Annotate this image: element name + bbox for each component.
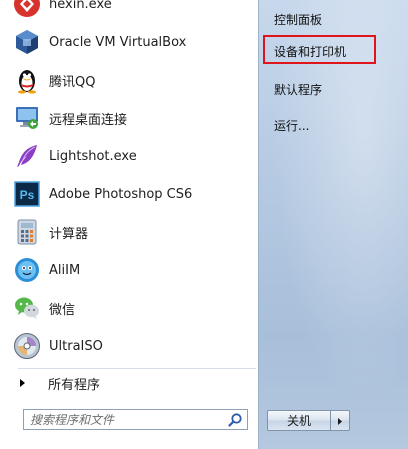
calculator-icon [13,218,41,246]
program-item-hexin[interactable]: hexin.exe [13,0,253,22]
program-item-remote-desktop[interactable]: 远程桌面连接 [13,100,253,136]
chevron-right-icon [20,379,25,387]
program-item-calculator[interactable]: 计算器 [13,214,253,250]
program-label: UltraISO [49,338,103,354]
control-panel-link[interactable]: 控制面板 [274,11,322,28]
program-label: 计算器 [49,226,89,242]
system-links-panel [259,0,408,449]
default-programs-link[interactable]: 默认程序 [274,81,322,98]
program-label: 微信 [49,302,76,318]
qq-penguin-icon [13,66,41,94]
svg-text:Ps: Ps [20,188,35,202]
aliim-icon [13,256,41,284]
divider [18,368,256,369]
remote-desktop-icon [13,104,41,132]
program-label: hexin.exe [49,0,112,12]
shutdown-button[interactable]: 关机 [267,410,331,431]
shutdown-group: 关机 [267,410,350,431]
virtualbox-icon [13,28,41,56]
wechat-icon [13,294,41,322]
program-label: Oracle VM VirtualBox [49,34,187,50]
program-item-wechat[interactable]: 微信 [13,290,253,326]
all-programs-label: 所有程序 [48,377,101,393]
program-label: 腾讯QQ [49,74,96,90]
program-label: Lightshot.exe [49,148,137,164]
program-item-aliim[interactable]: AliIM [13,252,253,288]
all-programs-button[interactable]: 所有程序 [20,372,250,394]
program-label: AliIM [49,262,81,278]
program-label: Adobe Photoshop CS6 [49,186,193,202]
lightshot-feather-icon [13,142,41,170]
programs-panel: hexin.exe Oracle VM VirtualBox 腾讯QQ 远程桌面… [5,0,259,449]
highlight-box [263,35,376,64]
hexin-icon [13,0,41,18]
program-item-qq[interactable]: 腾讯QQ [13,62,253,98]
photoshop-icon: Ps [13,180,41,208]
search-icon[interactable] [227,412,243,428]
ultraiso-disc-icon [13,332,41,360]
shutdown-label: 关机 [286,414,311,428]
shutdown-options-button[interactable] [331,410,350,431]
search-input[interactable] [24,410,227,429]
run-link[interactable]: 运行... [274,117,309,134]
program-item-virtualbox[interactable]: Oracle VM VirtualBox [13,24,253,60]
program-item-ultraiso[interactable]: UltraISO [13,328,253,364]
chevron-right-icon [336,411,344,430]
search-box[interactable] [23,409,248,430]
program-item-photoshop[interactable]: Ps Adobe Photoshop CS6 [13,176,253,212]
program-label: 远程桌面连接 [49,112,128,128]
start-menu: hexin.exe Oracle VM VirtualBox 腾讯QQ 远程桌面… [0,0,408,449]
program-item-lightshot[interactable]: Lightshot.exe [13,138,253,174]
